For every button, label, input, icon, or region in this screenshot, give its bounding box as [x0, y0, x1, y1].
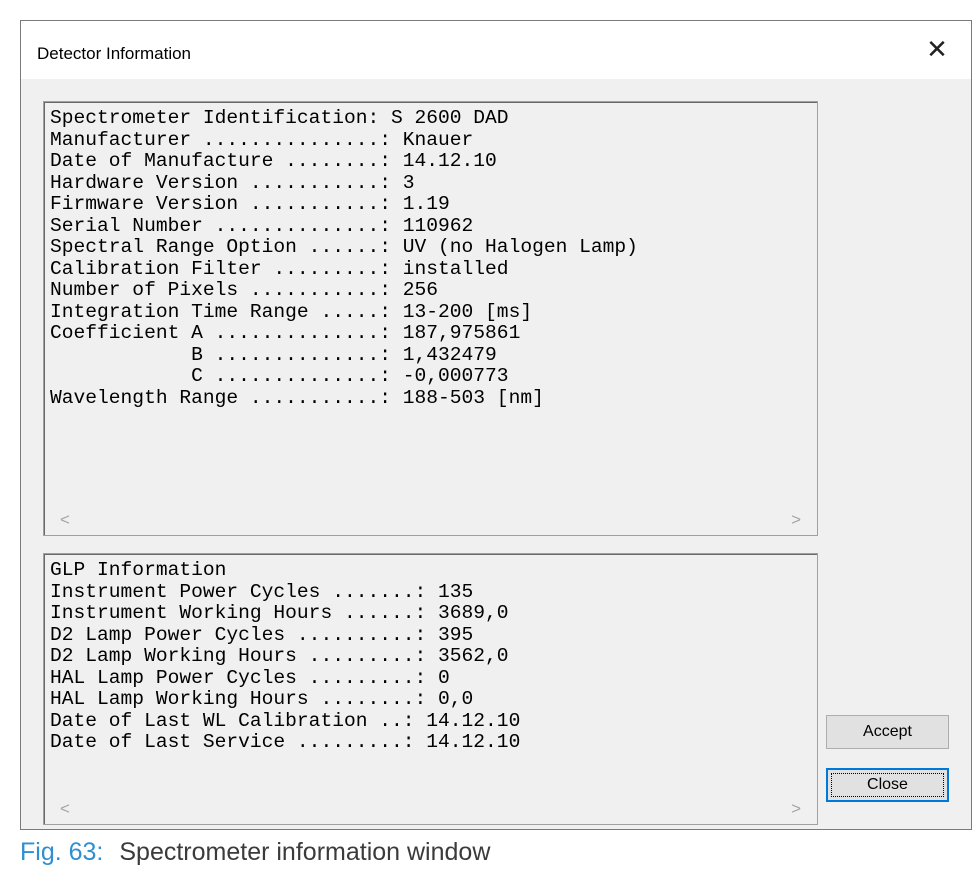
glp-info-line: HAL Lamp Working Hours ........: 0,0	[50, 688, 474, 710]
close-icon[interactable]: ✕	[921, 33, 953, 65]
horizontal-scrollbar[interactable]: < >	[45, 793, 816, 823]
accept-button-label: Accept	[863, 723, 912, 740]
accept-button[interactable]: Accept	[826, 715, 949, 749]
spectrometer-info-line: B ..............: 1,432479	[50, 343, 497, 366]
spectrometer-info-line: Wavelength Range ...........: 188-503 [n…	[50, 386, 544, 409]
figure-number: Fig. 63:	[20, 838, 104, 866]
glp-info-line: Date of Last Service .........: 14.12.10	[50, 731, 521, 753]
glp-info-line: Instrument Power Cycles .......: 135	[50, 580, 474, 603]
spectrometer-info-line: Number of Pixels ...........: 256	[50, 279, 439, 301]
scroll-left-icon[interactable]: <	[60, 510, 70, 530]
spectrometer-info-line: Coefficient A ..............: 187,975861	[50, 322, 521, 344]
spectrometer-info-line: Date of Manufacture ........: 14.12.10	[50, 150, 497, 172]
glp-info-textbox[interactable]: GLP Information Instrument Power Cycles .…	[43, 553, 818, 825]
spectrometer-info-line: Serial Number ..............: 110962	[50, 214, 474, 237]
spectrometer-info-line: Spectral Range Option ......: UV (no Hal…	[50, 236, 638, 258]
figure-caption: Fig. 63: Spectrometer information window	[20, 838, 490, 867]
spectrometer-info-line: Manufacturer ...............: Knauer	[50, 128, 474, 151]
glp-info-line: D2 Lamp Working Hours .........: 3562,0	[50, 645, 509, 667]
scroll-right-icon[interactable]: >	[791, 799, 801, 819]
focus-rectangle	[831, 773, 944, 797]
glp-info-line: Instrument Working Hours ......: 3689,0	[50, 602, 509, 624]
glp-info-line: HAL Lamp Power Cycles .........: 0	[50, 666, 450, 689]
spectrometer-info-line: C ..............: -0,000773	[50, 365, 509, 387]
glp-info-line: D2 Lamp Power Cycles ..........: 395	[50, 623, 474, 646]
spectrometer-info-lines: Spectrometer Identification: S 2600 DAD M…	[50, 107, 638, 409]
detector-information-dialog: Detector Information ✕ Spectrometer Iden…	[20, 20, 972, 830]
close-button[interactable]: Close	[826, 768, 949, 802]
spectrometer-info-line: Hardware Version ...........: 3	[50, 171, 415, 194]
glp-info-line: GLP Information	[50, 559, 227, 581]
figure-caption-text: Spectrometer information window	[119, 838, 491, 866]
spectrometer-info-line: Integration Time Range .....: 13-200 [ms…	[50, 300, 533, 323]
spectrometer-info-line: Calibration Filter .........: installed	[50, 257, 509, 280]
horizontal-scrollbar[interactable]: < >	[45, 504, 816, 534]
glp-info-lines: GLP Information Instrument Power Cycles .…	[50, 559, 521, 754]
spectrometer-info-line: Spectrometer Identification: S 2600 DAD	[50, 107, 509, 129]
scroll-right-icon[interactable]: >	[791, 510, 801, 530]
scroll-left-icon[interactable]: <	[60, 799, 70, 819]
window-title: Detector Information	[37, 44, 192, 63]
title-bar: Detector Information ✕	[21, 21, 971, 79]
spectrometer-info-line: Firmware Version ...........: 1.19	[50, 193, 450, 215]
glp-info-line: Date of Last WL Calibration ..: 14.12.10	[50, 709, 521, 732]
spectrometer-info-textbox[interactable]: Spectrometer Identification: S 2600 DAD M…	[43, 101, 818, 536]
